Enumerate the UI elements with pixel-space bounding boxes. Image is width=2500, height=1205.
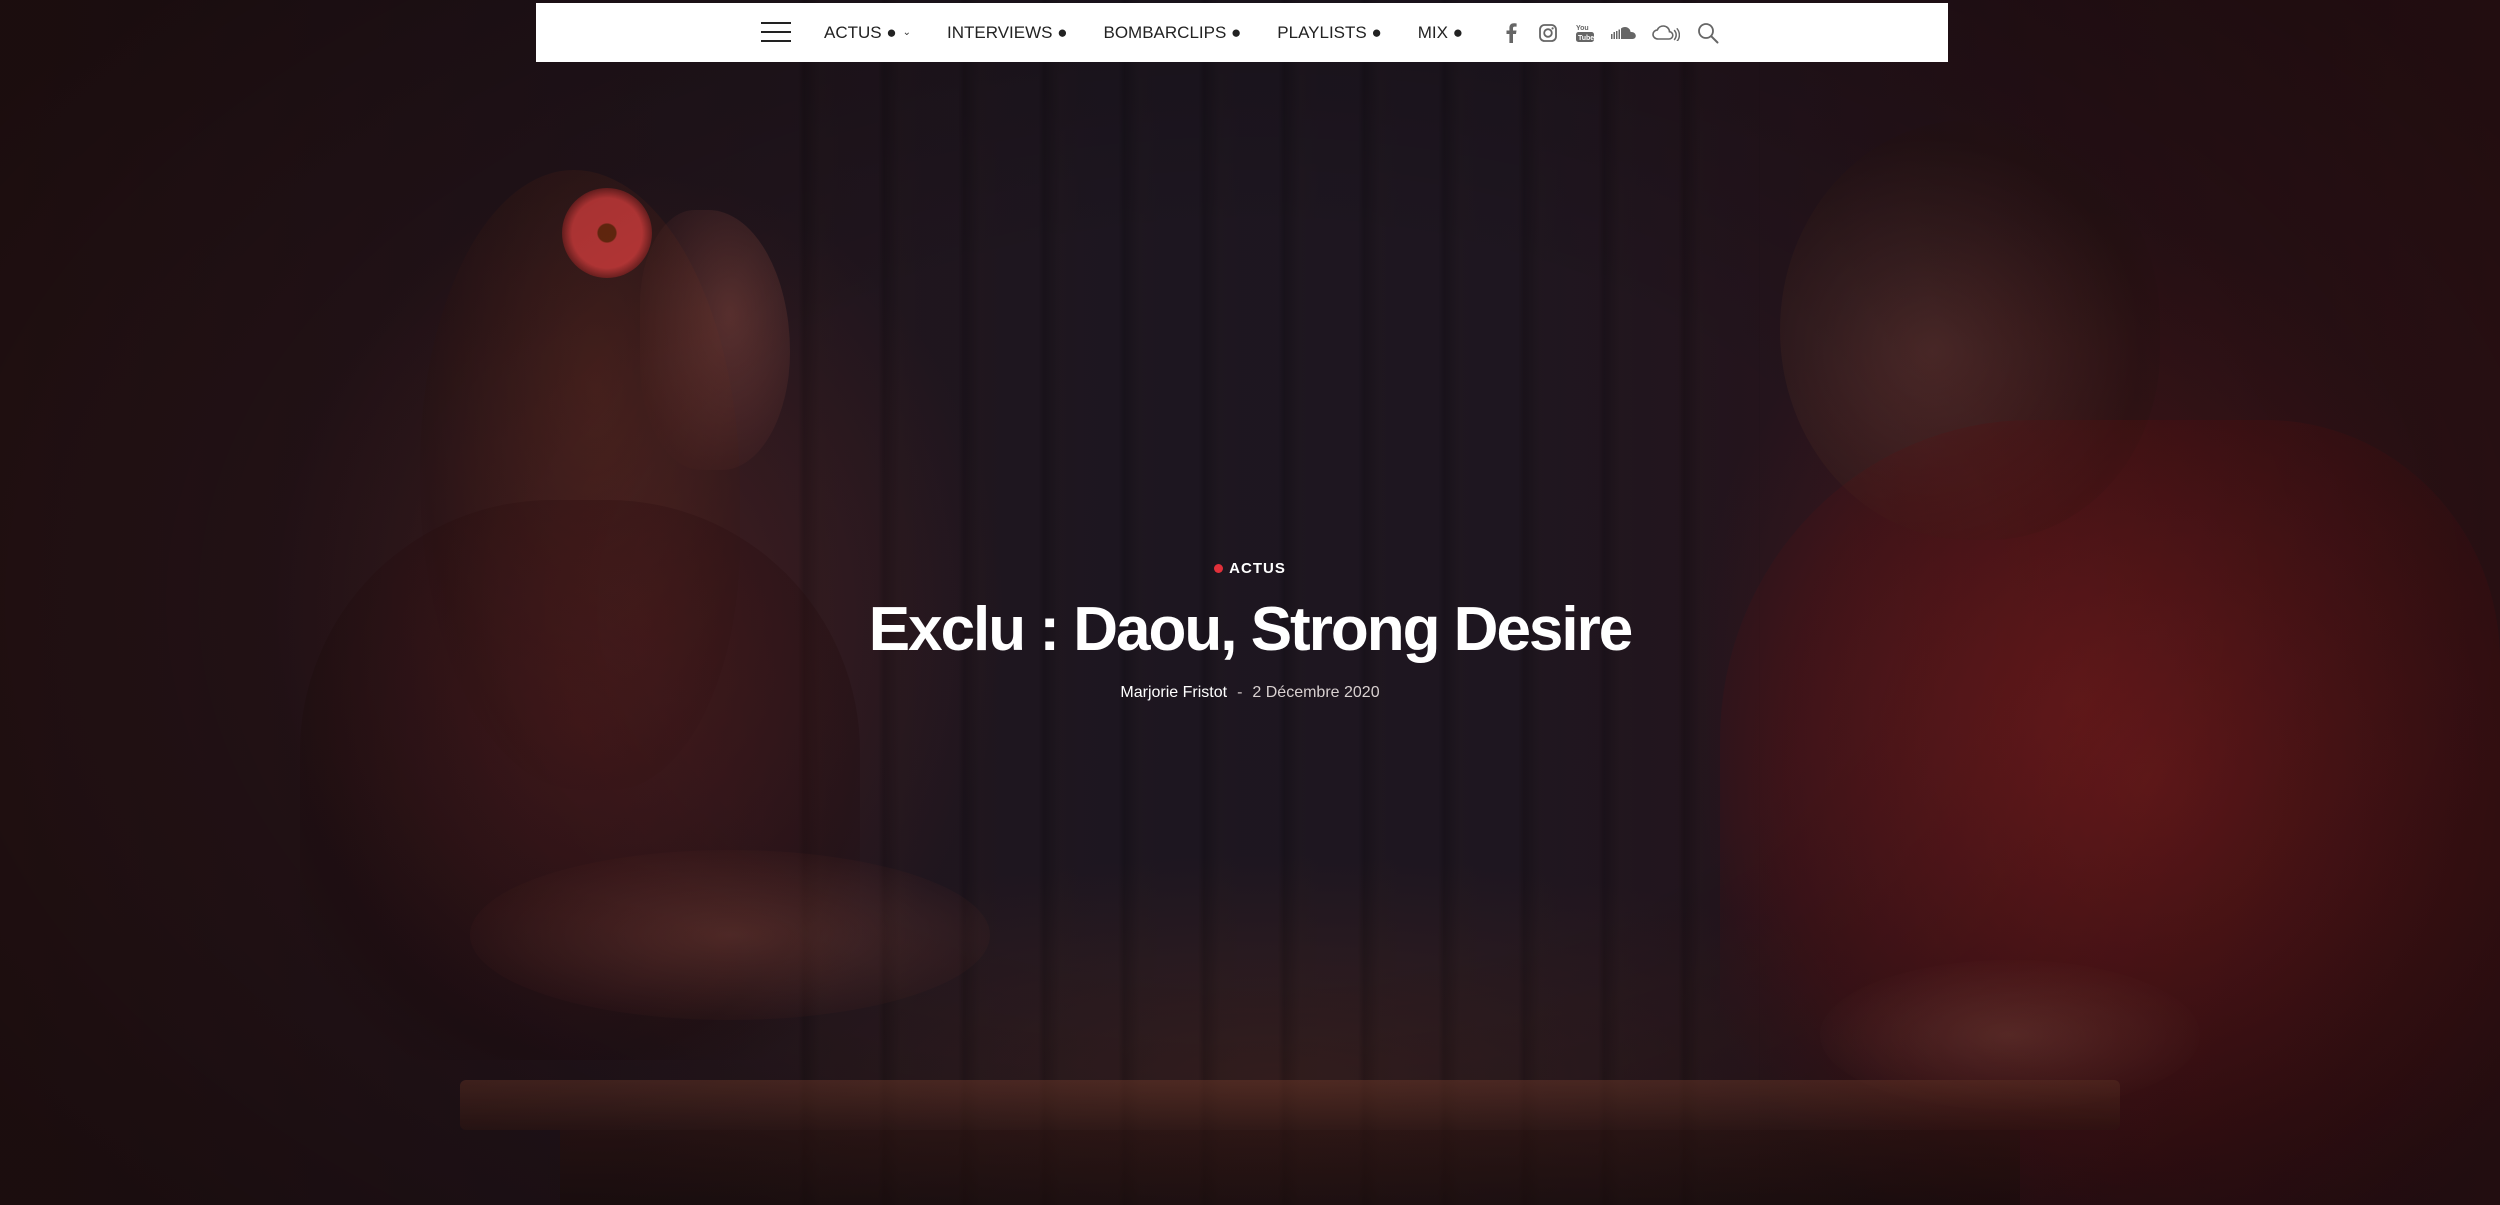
- menu-item-label: MIX ●: [1417, 22, 1463, 42]
- author-link[interactable]: Marjorie Fristot: [1120, 684, 1227, 702]
- meta-separator: -: [1237, 684, 1243, 702]
- soundcloud-icon[interactable]: [1611, 22, 1637, 44]
- svg-text:You: You: [1576, 25, 1589, 32]
- search-icon[interactable]: [1696, 21, 1720, 45]
- main-navbar: ACTUS ● ⌄ INTERVIEWS ● BOMBARCLIPS ● PLA…: [536, 3, 1948, 62]
- article-meta: Marjorie Fristot - 2 Décembre 2020: [0, 684, 2500, 702]
- hamburger-menu-icon[interactable]: [761, 21, 791, 43]
- svg-text:Tube: Tube: [1578, 35, 1594, 42]
- social-links: You Tube: [1500, 3, 1695, 62]
- menu-item-bombarclips[interactable]: BOMBARCLIPS ●: [1103, 23, 1241, 43]
- main-menu: ACTUS ● ⌄ INTERVIEWS ● BOMBARCLIPS ● PLA…: [824, 3, 1499, 62]
- menu-item-interviews[interactable]: INTERVIEWS ●: [947, 23, 1067, 43]
- article-title: Exclu : Daou, Strong Desire: [868, 595, 1634, 664]
- category-label: ACTUS: [1229, 560, 1286, 577]
- article-header: ACTUS Exclu : Daou, Strong Desire Marjor…: [0, 560, 2500, 702]
- menu-item-label: BOMBARCLIPS ●: [1103, 22, 1242, 42]
- instagram-icon[interactable]: [1537, 22, 1559, 44]
- category-dot-icon: [1214, 564, 1224, 573]
- menu-item-label: PLAYLISTS ●: [1277, 22, 1382, 42]
- menu-item-label: INTERVIEWS ●: [947, 22, 1068, 42]
- menu-item-playlists[interactable]: PLAYLISTS ●: [1277, 23, 1381, 43]
- category-tag[interactable]: ACTUS: [1214, 560, 1286, 577]
- menu-item-label: ACTUS ●: [824, 22, 897, 42]
- menu-item-mix[interactable]: MIX ●: [1418, 23, 1463, 43]
- publish-date: 2 Décembre 2020: [1252, 684, 1380, 702]
- mixcloud-icon[interactable]: [1652, 22, 1680, 44]
- menu-item-actus[interactable]: ACTUS ● ⌄: [824, 23, 911, 43]
- chevron-down-icon[interactable]: ⌄: [903, 27, 911, 38]
- youtube-icon[interactable]: You Tube: [1574, 22, 1596, 44]
- facebook-icon[interactable]: [1500, 22, 1522, 44]
